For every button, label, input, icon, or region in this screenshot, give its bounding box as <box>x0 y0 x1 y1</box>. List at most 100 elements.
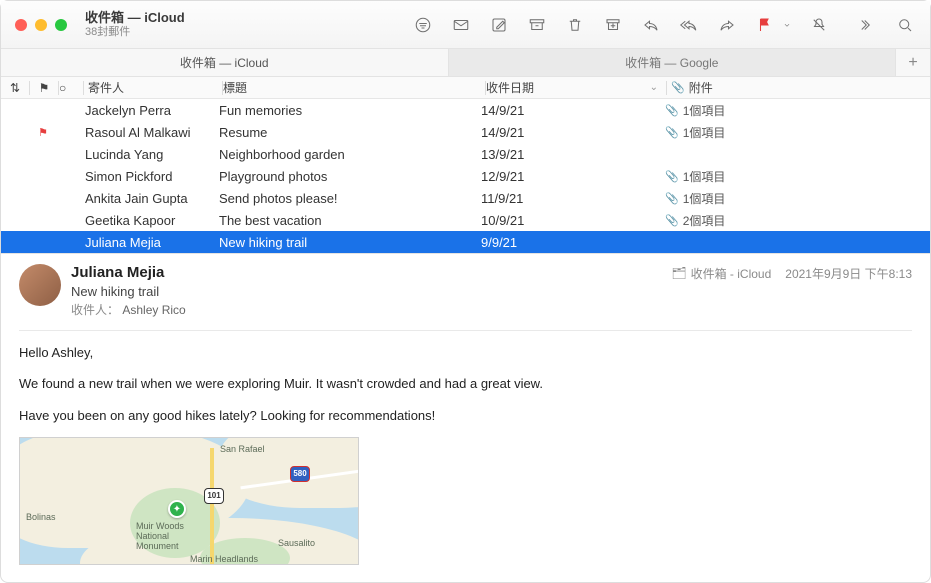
status-column-header[interactable]: ○ <box>59 81 83 95</box>
row-sender: Jackelyn Perra <box>81 103 219 118</box>
paperclip-icon: 📎 <box>665 192 679 205</box>
row-sender: Geetika Kapoor <box>81 213 219 228</box>
preview-subject: New hiking trail <box>71 284 912 299</box>
attachment-column-header[interactable]: 📎附件 <box>667 79 930 96</box>
message-body: Hello Ashley,We found a new trail when w… <box>19 343 912 426</box>
divider <box>19 330 912 331</box>
row-date: 14/9/21 <box>481 125 661 140</box>
map-label-sanrafael: San Rafael <box>220 444 265 454</box>
map-pin-icon <box>168 500 186 518</box>
row-subject: Resume <box>219 125 481 140</box>
message-row[interactable]: Geetika KapoorThe best vacation10/9/21📎2… <box>1 209 930 231</box>
compose-icon[interactable] <box>488 14 510 36</box>
row-flag: ⚑ <box>29 126 57 139</box>
filter-icon[interactable] <box>412 14 434 36</box>
sender-column-header[interactable]: 寄件人 <box>84 79 222 96</box>
trash-icon[interactable] <box>564 14 586 36</box>
minimize-window-button[interactable] <box>35 19 47 31</box>
message-row[interactable]: Juliana MejiaNew hiking trail9/9/21 <box>1 231 930 253</box>
chevron-down-icon: ⌄ <box>650 82 658 93</box>
toolbar <box>412 14 916 36</box>
row-subject: New hiking trail <box>219 235 481 250</box>
row-subject: Playground photos <box>219 169 481 184</box>
title-text-block: 收件箱 — iCloud 38封郵件 <box>85 10 185 39</box>
to-name: Ashley Rico <box>122 303 185 317</box>
row-date: 10/9/21 <box>481 213 661 228</box>
reply-all-icon[interactable] <box>678 14 700 36</box>
message-row[interactable]: Simon PickfordPlayground photos12/9/21📎1… <box>1 165 930 187</box>
row-sender: Rasoul Al Malkawi <box>81 125 219 140</box>
flag-menu-chevron-icon[interactable] <box>782 14 792 36</box>
row-date: 11/9/21 <box>481 191 661 206</box>
mailbox-tabs: 收件箱 — iCloud 收件箱 — Google + <box>1 49 930 77</box>
flag-column-header[interactable]: ⚑ <box>30 81 58 95</box>
flag-icon[interactable] <box>754 14 776 36</box>
mailbox-title: 收件箱 — iCloud <box>85 10 185 26</box>
envelope-icon[interactable] <box>450 14 472 36</box>
reply-icon[interactable] <box>640 14 662 36</box>
tab-icloud[interactable]: 收件箱 — iCloud <box>1 49 449 76</box>
to-label: 收件人： <box>71 303 119 317</box>
inbox-icon: 🗂 <box>671 266 686 280</box>
sender-avatar[interactable] <box>19 264 61 306</box>
message-preview-pane: Juliana Mejia 🗂 收件箱 - iCloud 2021年9月9日 下… <box>1 253 930 565</box>
row-attachment: 📎1個項目 <box>661 190 930 207</box>
sort-toggle-icon[interactable]: ⇅ <box>1 81 29 95</box>
subject-column-header[interactable]: 標題 <box>223 79 485 96</box>
tab-label: 收件箱 — iCloud <box>180 54 269 71</box>
mailbox-chip[interactable]: 🗂 收件箱 - iCloud <box>671 265 771 282</box>
tab-google[interactable]: 收件箱 — Google <box>449 49 897 76</box>
map-label-sausalito: Sausalito <box>278 538 315 548</box>
row-date: 9/9/21 <box>481 235 661 250</box>
message-list: Jackelyn PerraFun memories14/9/21📎1個項目⚑R… <box>1 99 930 253</box>
row-date: 14/9/21 <box>481 103 661 118</box>
row-attachment: 📎1個項目 <box>661 168 930 185</box>
date-column-header[interactable]: 收件日期⌄ <box>486 79 666 96</box>
row-date: 12/9/21 <box>481 169 661 184</box>
paperclip-icon: 📎 <box>671 81 685 94</box>
row-date: 13/9/21 <box>481 147 661 162</box>
forward-icon[interactable] <box>716 14 738 36</box>
paperclip-icon: 📎 <box>665 170 679 183</box>
message-row[interactable]: ⚑ Rasoul Al MalkawiResume14/9/21📎1個項目 <box>1 121 930 143</box>
row-subject: Send photos please! <box>219 191 481 206</box>
paperclip-icon: 📎 <box>665 126 679 139</box>
row-sender: Lucinda Yang <box>81 147 219 162</box>
highway-101-shield: 101 <box>204 488 224 504</box>
body-paragraph: Have you been on any good hikes lately? … <box>19 406 912 426</box>
preview-right-info: 🗂 收件箱 - iCloud 2021年9月9日 下午8:13 <box>671 265 912 282</box>
fullscreen-window-button[interactable] <box>55 19 67 31</box>
window-controls <box>15 19 67 31</box>
column-headers: ⇅ ⚑ ○ 寄件人 標題 收件日期⌄ 📎附件 <box>1 77 930 99</box>
archive-icon[interactable] <box>526 14 548 36</box>
junk-icon[interactable] <box>602 14 624 36</box>
message-row[interactable]: Lucinda YangNeighborhood garden13/9/21 <box>1 143 930 165</box>
map-label-marin: Marin Headlands <box>190 554 258 564</box>
close-window-button[interactable] <box>15 19 27 31</box>
body-paragraph: We found a new trail when we were explor… <box>19 374 912 394</box>
paperclip-icon: 📎 <box>665 214 679 227</box>
window-titlebar: 收件箱 — iCloud 38封郵件 <box>1 1 930 49</box>
new-tab-button[interactable]: + <box>896 49 930 76</box>
map-label-bolinas: Bolinas <box>26 512 56 522</box>
message-row[interactable]: Jackelyn PerraFun memories14/9/21📎1個項目 <box>1 99 930 121</box>
row-sender: Juliana Mejia <box>81 235 219 250</box>
more-icon[interactable] <box>856 14 878 36</box>
interstate-580-shield: 580 <box>290 466 310 482</box>
paperclip-icon: 📎 <box>665 104 679 117</box>
row-attachment: 📎1個項目 <box>661 102 930 119</box>
message-count: 38封郵件 <box>85 26 185 39</box>
mailbox-name: 收件箱 - iCloud <box>691 265 772 282</box>
preview-sender-name: Juliana Mejia <box>71 264 164 281</box>
mute-icon[interactable] <box>808 14 830 36</box>
preview-recipient: 收件人： Ashley Rico <box>71 301 912 318</box>
tab-label: 收件箱 — Google <box>625 54 718 71</box>
map-attachment[interactable]: 101 580 San Rafael Bolinas Muir WoodsNat… <box>19 437 359 565</box>
preview-meta: Juliana Mejia 🗂 收件箱 - iCloud 2021年9月9日 下… <box>71 264 912 318</box>
preview-header: Juliana Mejia 🗂 收件箱 - iCloud 2021年9月9日 下… <box>19 264 912 318</box>
message-row[interactable]: Ankita Jain GuptaSend photos please!11/9… <box>1 187 930 209</box>
search-icon[interactable] <box>894 14 916 36</box>
row-attachment: 📎1個項目 <box>661 124 930 141</box>
row-subject: Fun memories <box>219 103 481 118</box>
preview-datetime: 2021年9月9日 下午8:13 <box>785 265 912 282</box>
